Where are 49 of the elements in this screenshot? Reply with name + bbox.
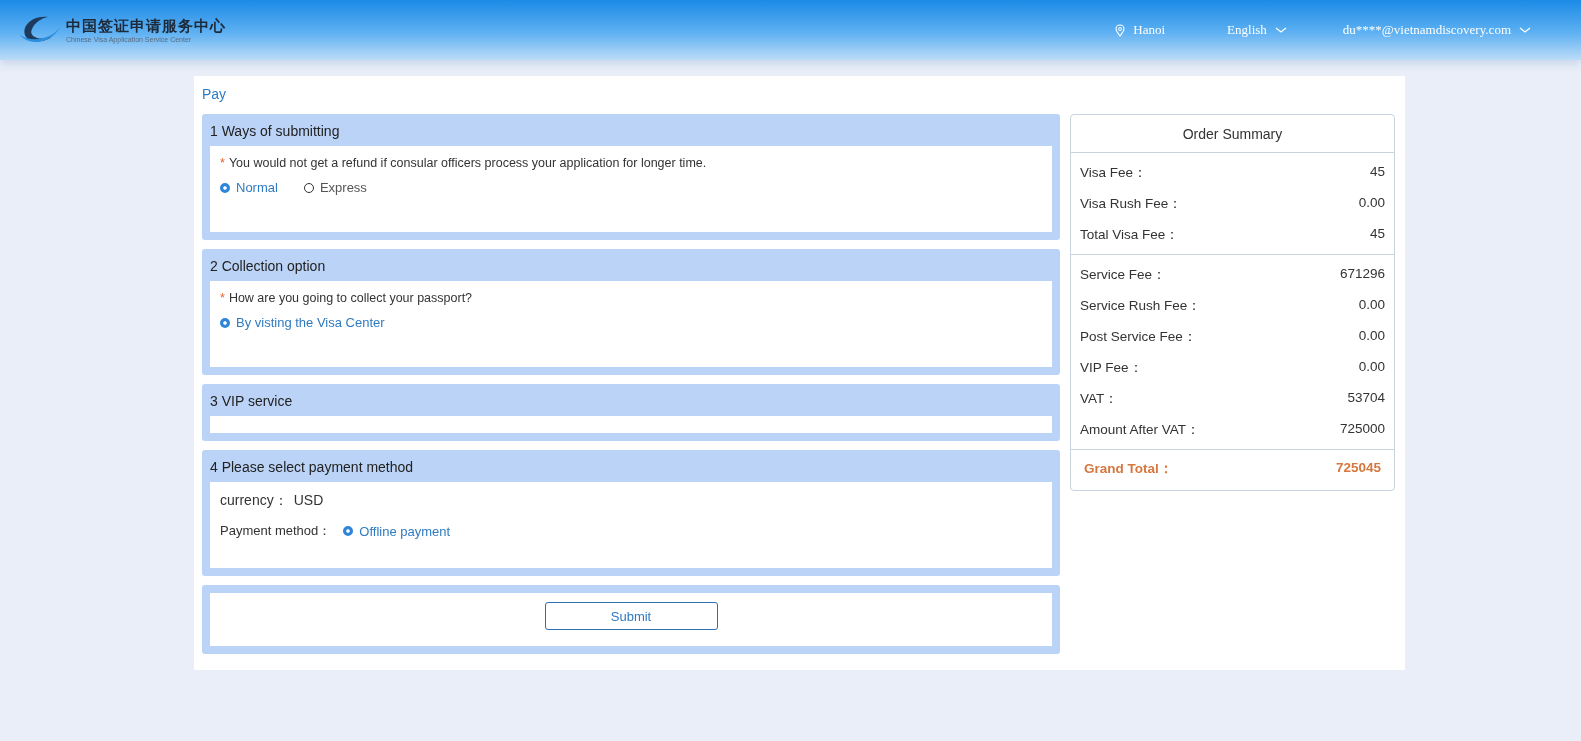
caret-icon bbox=[1274, 26, 1287, 34]
radio-button[interactable] bbox=[220, 182, 230, 193]
question-text: You would not get a refund if consular officers process your application for longer time. bbox=[228, 156, 707, 170]
fee-label: VIP Fee： bbox=[1080, 359, 1143, 377]
language-dropdown[interactable]: English bbox=[1227, 22, 1287, 38]
fee-label: Visa Fee： bbox=[1080, 164, 1148, 182]
fee-value: 45 bbox=[1369, 164, 1385, 181]
radio-option[interactable]: Offline payment bbox=[343, 523, 451, 539]
grand-total-label: Grand Total： bbox=[1084, 460, 1173, 478]
question-text: How are you going to collect your passport? bbox=[228, 291, 473, 305]
section-title: 2 Collection option bbox=[210, 257, 327, 276]
currency-label: currency： bbox=[220, 492, 288, 508]
currency-value: USD bbox=[293, 492, 324, 508]
summary-title: Order Summary bbox=[1071, 115, 1394, 153]
fee-value: 45 bbox=[1369, 226, 1385, 243]
radio-button[interactable] bbox=[343, 526, 354, 536]
caret-icon bbox=[1519, 26, 1531, 34]
fee-label: VAT： bbox=[1080, 390, 1119, 408]
section-title: 3 VIP service bbox=[210, 392, 294, 411]
page-title: Pay bbox=[202, 86, 228, 102]
required-marker: * bbox=[220, 291, 225, 305]
submit-button[interactable]: Submit bbox=[544, 602, 718, 630]
fee-value: 0.00 bbox=[1358, 328, 1385, 345]
location-label: Hanoi bbox=[1133, 22, 1166, 38]
location-selector[interactable]: Hanoi bbox=[1115, 22, 1166, 38]
fee-value: 0.00 bbox=[1358, 297, 1385, 314]
fee-label: Total Visa Fee： bbox=[1080, 226, 1180, 244]
fee-label: Amount After VAT： bbox=[1080, 421, 1201, 439]
section-title: 1 Ways of submitting bbox=[210, 122, 341, 141]
required-marker: * bbox=[220, 156, 225, 170]
fee-label: Post Service Fee： bbox=[1080, 328, 1197, 346]
section-title: 4 Please select payment method bbox=[210, 458, 415, 477]
fee-value: 725000 bbox=[1339, 421, 1385, 438]
radio-option[interactable]: By visting the Visa Center bbox=[220, 315, 385, 330]
fee-value: 671296 bbox=[1339, 266, 1385, 283]
fee-label: Service Rush Fee： bbox=[1080, 297, 1202, 315]
fee-value: 53704 bbox=[1347, 390, 1385, 407]
logo-title: 中国签证申请服务中心 bbox=[66, 17, 226, 36]
radio-option[interactable]: Normal bbox=[220, 180, 278, 195]
radio-option[interactable]: Express bbox=[303, 180, 367, 195]
grand-total-value: 725045 bbox=[1335, 460, 1381, 477]
fee-value: 0.00 bbox=[1358, 359, 1385, 376]
fee-label: Service Fee： bbox=[1080, 266, 1167, 284]
payment-method-label: Payment method： bbox=[220, 522, 332, 540]
location-pin-icon bbox=[1115, 23, 1126, 37]
radio-button[interactable] bbox=[220, 317, 230, 328]
account-dropdown[interactable]: du****@vietnamdiscovery.com bbox=[1342, 22, 1531, 38]
fee-value: 0.00 bbox=[1358, 195, 1385, 212]
fee-label: Visa Rush Fee： bbox=[1080, 195, 1183, 213]
